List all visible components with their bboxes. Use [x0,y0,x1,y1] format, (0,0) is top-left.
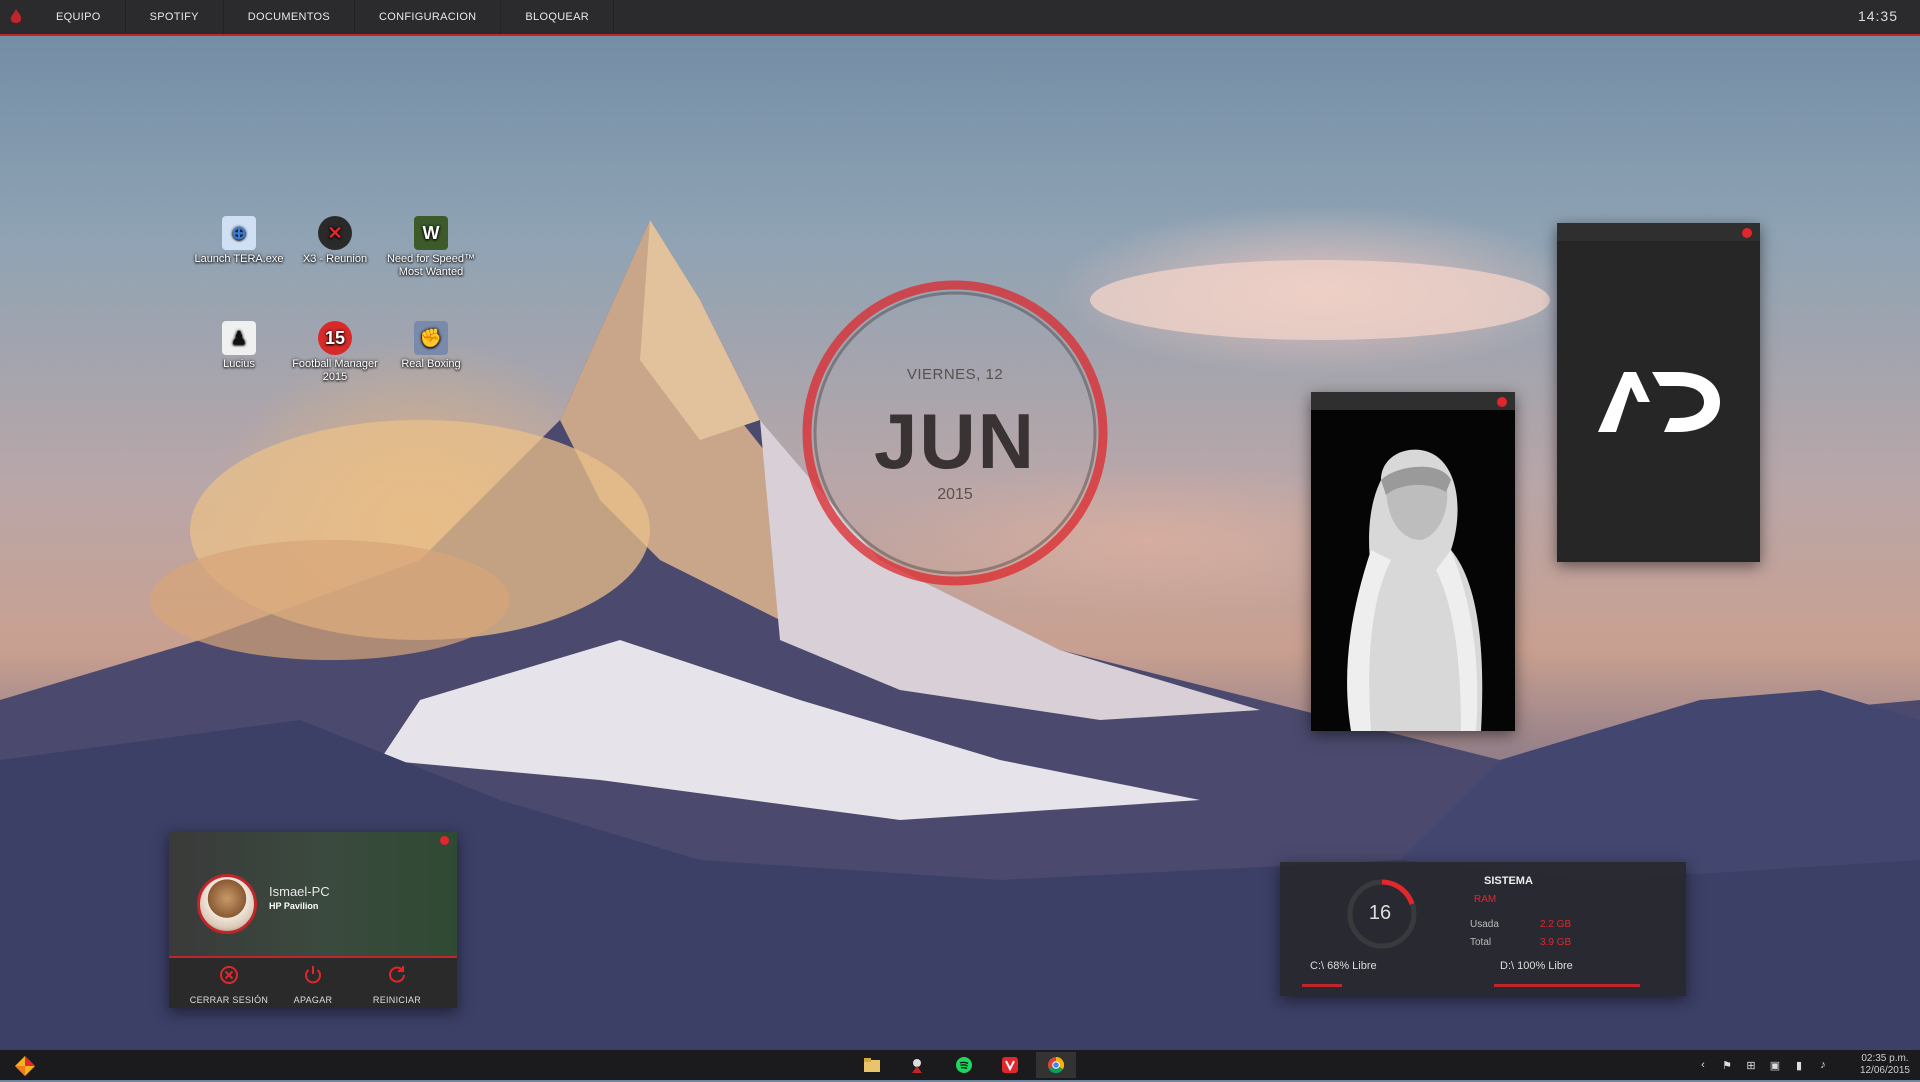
desktop-icon-football-manager[interactable]: 15 Football Manager 2015 [287,321,383,384]
logo-widget-titlebar [1557,223,1760,241]
ram-total-row: Total 3.9 GB [1470,937,1571,948]
tray-device-icon[interactable]: ▣ [1768,1058,1782,1072]
tera-icon: ⊕ [222,216,256,250]
desktop-icon-lucius[interactable]: ♟ Lucius [191,321,287,371]
drive-c-bar [1302,984,1342,987]
drive-d-label: D:\ 100% Libre [1500,960,1573,972]
start-button[interactable] [14,1055,36,1077]
ad-logo-icon [1557,241,1760,562]
taskbar-file-explorer[interactable] [861,1054,883,1076]
date-widget: VIERNES, 12 JUN 2015 [790,268,1120,598]
ram-gauge-value: 16 [1368,902,1392,924]
top-menu: EQUIPO SPOTIFY DOCUMENTOS CONFIGURACION … [32,0,614,34]
user-widget-close-icon[interactable] [440,836,449,845]
menu-equipo[interactable]: EQUIPO [32,0,126,34]
menu-configuracion[interactable]: CONFIGURACION [355,0,502,34]
boxing-icon: ✊ [414,321,448,355]
fm-icon: 15 [318,321,352,355]
lucius-icon: ♟ [222,321,256,355]
nfs-icon: W [414,216,448,250]
shutdown-label: APAGAR [293,995,333,1005]
photo-frame-titlebar [1311,392,1515,410]
restart-icon [389,966,405,983]
drive-d-bar [1494,984,1640,987]
logo-close-dot-icon[interactable] [1742,228,1752,238]
tray-chevron-icon[interactable]: ‹ [1696,1058,1710,1072]
pc-name: Ismael-PC [269,884,330,899]
power-icon [305,966,321,984]
logout-button[interactable]: CERRAR SESIÓN [189,964,269,1008]
pc-model: HP Pavilion [269,901,319,911]
menu-bloquear[interactable]: BLOQUEAR [501,0,614,34]
desktop-icon-x3[interactable]: ✕ X3 - Reunion [287,216,383,266]
session-actions: CERRAR SESIÓN APAGAR REINICIAR [169,958,457,1008]
chrome-icon [1048,1057,1064,1073]
date-year: 2015 [937,486,973,503]
tray-signal-icon[interactable]: ▮ [1792,1058,1806,1072]
restart-label: REINICIAR [372,995,422,1005]
x3-icon: ✕ [318,216,352,250]
logout-label: CERRAR SESIÓN [189,995,269,1005]
tray-volume-icon[interactable]: ♪ [1816,1058,1830,1072]
photo-frame-widget [1311,392,1515,731]
system-title: SISTEMA [1484,875,1533,887]
taskbar: ‹ ⚑ ⊞ ▣ ▮ ♪ 02:35 p.m. 12/06/2015 [0,1050,1920,1080]
desktop-icon-real-boxing[interactable]: ✊ Real Boxing [383,321,479,371]
user-header: Ismael-PC HP Pavilion [169,832,457,958]
restart-button[interactable]: REINICIAR [357,964,437,1008]
file-explorer-icon [864,1058,880,1072]
photo-close-dot-icon[interactable] [1497,397,1507,407]
date-weekday: VIERNES, 12 [906,366,1004,383]
ram-used-value: 2.2 GB [1540,919,1572,930]
ram-total-value: 3.9 GB [1540,937,1572,948]
photo-image [1311,410,1515,731]
menu-spotify[interactable]: SPOTIFY [126,0,224,34]
taskbar-clock[interactable]: 02:35 p.m. 12/06/2015 [1860,1053,1910,1077]
user-session-widget: Ismael-PC HP Pavilion CERRAR SESIÓN APAG… [169,832,457,1008]
logo-widget [1557,223,1760,562]
date-month: JUN [873,397,1037,485]
ram-total-label: Total [1470,937,1492,948]
taskbar-media[interactable] [906,1054,928,1076]
media-icon [912,1059,922,1073]
system-tray: ‹ ⚑ ⊞ ▣ ▮ ♪ [1696,1058,1830,1072]
ram-used-label: Usada [1470,919,1499,930]
spotify-icon [956,1057,972,1073]
shutdown-button[interactable]: APAGAR [273,964,353,1008]
taskbar-vivaldi[interactable] [999,1054,1021,1076]
topbar-clock: 14:35 [1857,8,1898,24]
drive-c-label: C:\ 68% Libre [1310,960,1377,972]
system-monitor-widget: 16 SISTEMA RAM Usada 2.2 GB Total 3.9 GB… [1280,862,1686,996]
taskbar-spotify[interactable] [953,1054,975,1076]
ram-section-label: RAM [1474,894,1497,905]
taskbar-chrome[interactable] [1036,1052,1076,1078]
tray-flag-icon[interactable]: ⚑ [1720,1058,1734,1072]
vivaldi-icon [1002,1057,1018,1073]
top-menu-bar: EQUIPO SPOTIFY DOCUMENTOS CONFIGURACION … [0,0,1920,36]
flame-logo-icon[interactable] [0,0,32,34]
desktop-icon-tera[interactable]: ⊕ Launch TERA.exe [191,216,287,266]
ram-used-row: Usada 2.2 GB [1470,919,1571,930]
avatar [197,874,257,934]
start-icon [15,1056,35,1076]
menu-documentos[interactable]: DOCUMENTOS [224,0,356,34]
logout-icon [220,966,238,984]
taskbar-date: 12/06/2015 [1859,1065,1910,1076]
tray-windows-icon[interactable]: ⊞ [1744,1058,1758,1072]
taskbar-time: 02:35 p.m. [1861,1053,1909,1064]
desktop-icon-nfs[interactable]: W Need for Speed™ Most Wanted [383,216,479,279]
